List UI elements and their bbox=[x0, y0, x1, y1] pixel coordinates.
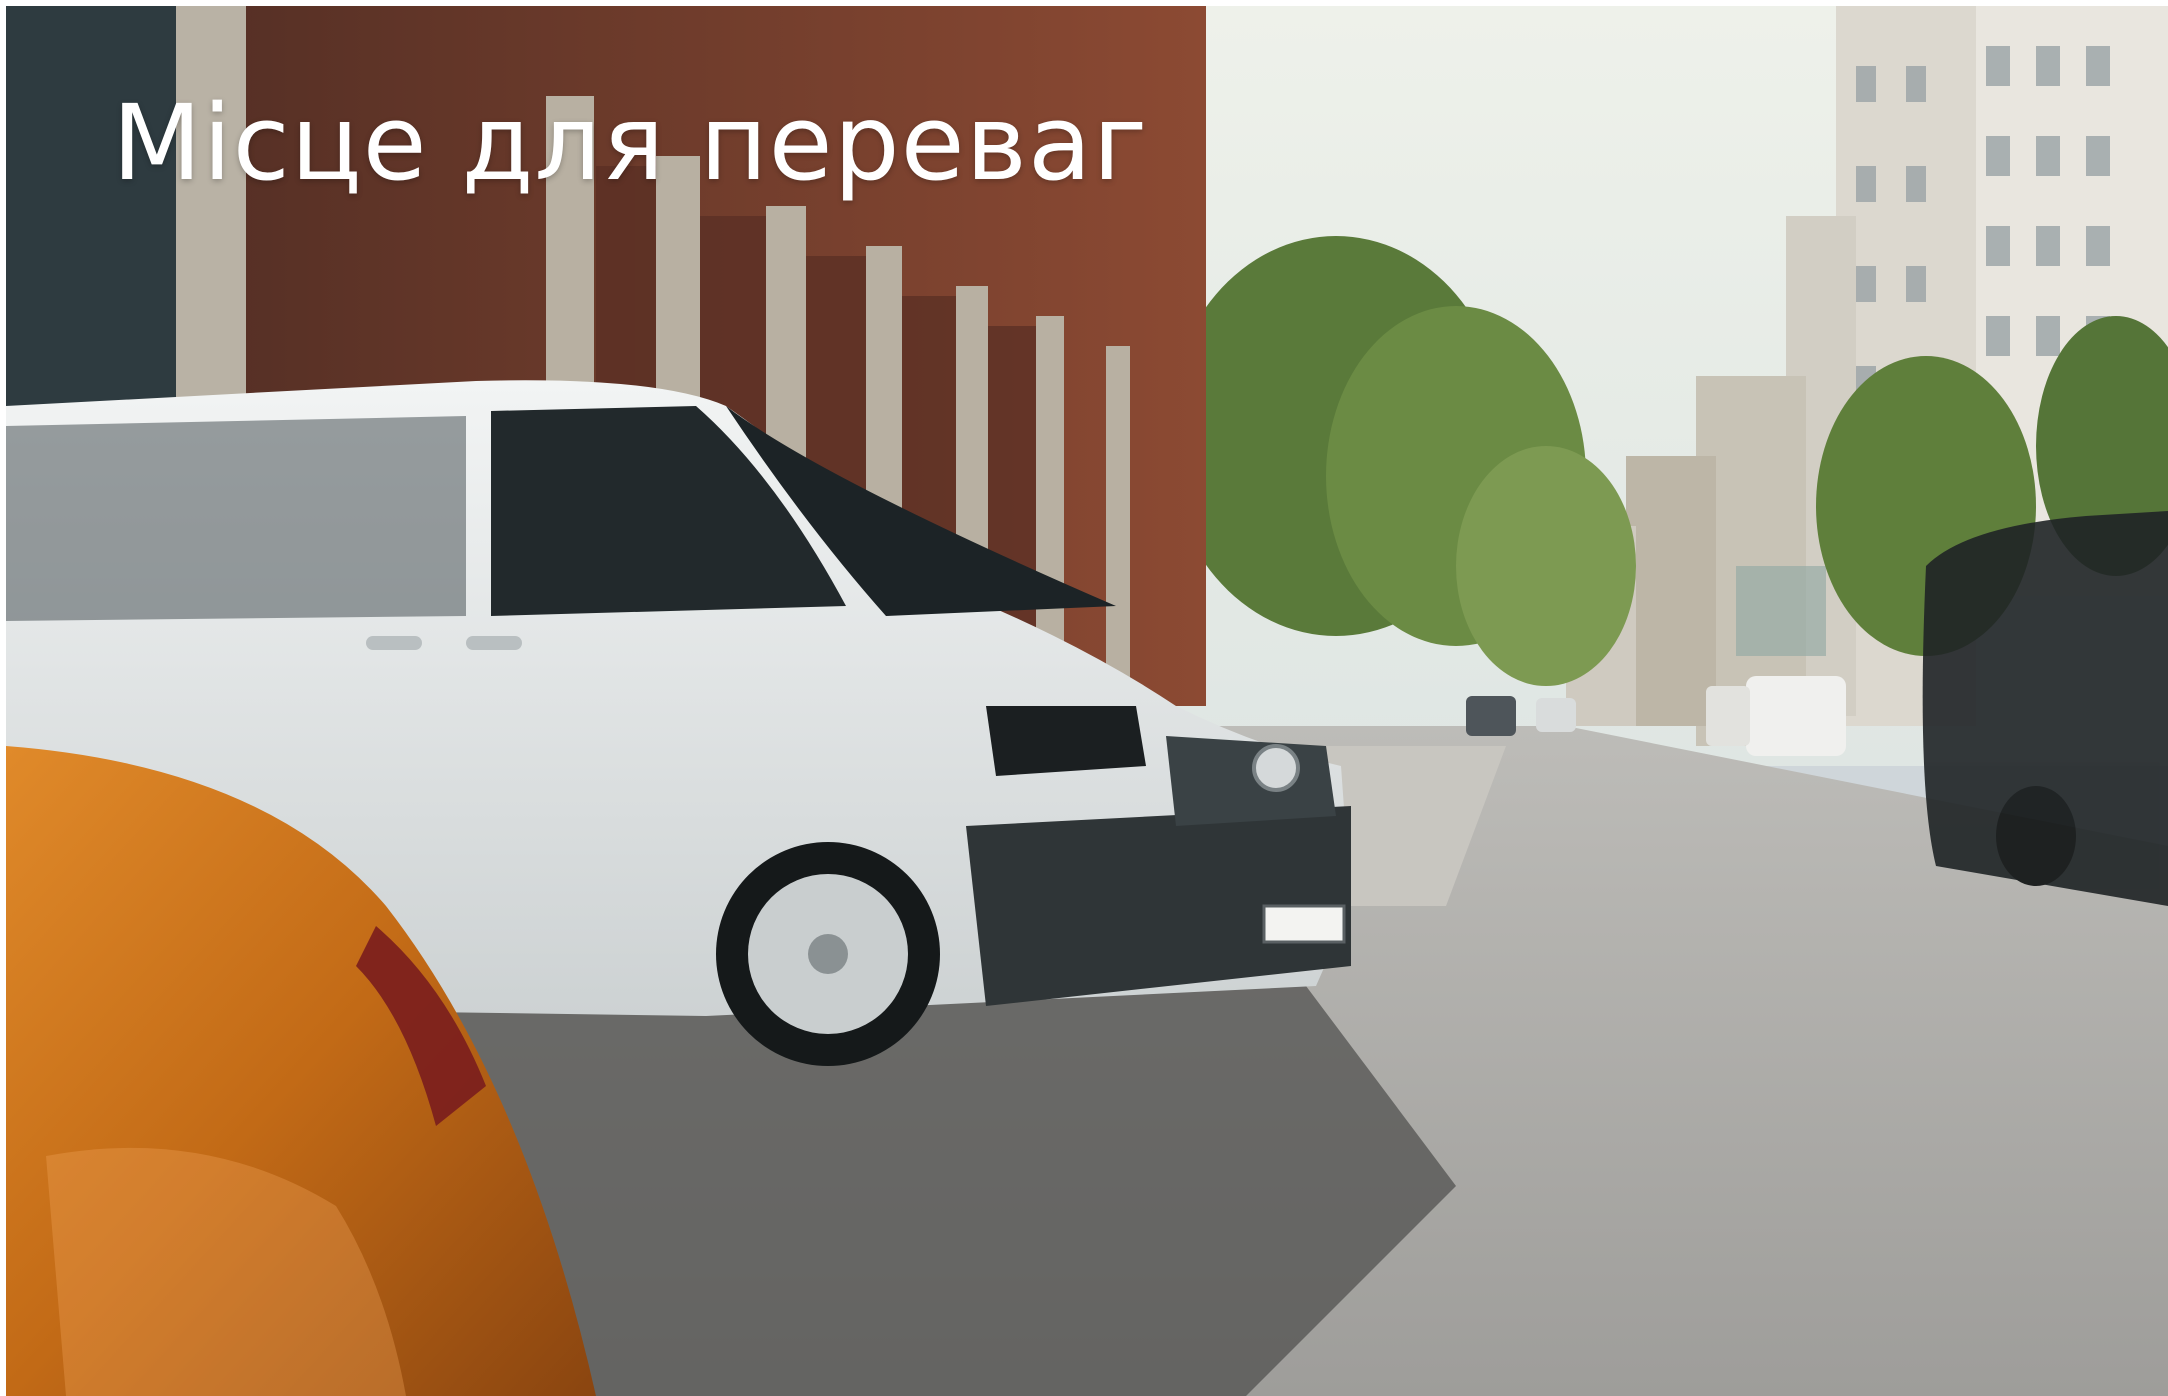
hero-image bbox=[6, 6, 2168, 1396]
passing-van bbox=[1922, 511, 2168, 906]
hero-banner: Місце для переваг bbox=[6, 6, 2168, 1396]
hero-headline: Місце для переваг bbox=[112, 82, 1149, 204]
